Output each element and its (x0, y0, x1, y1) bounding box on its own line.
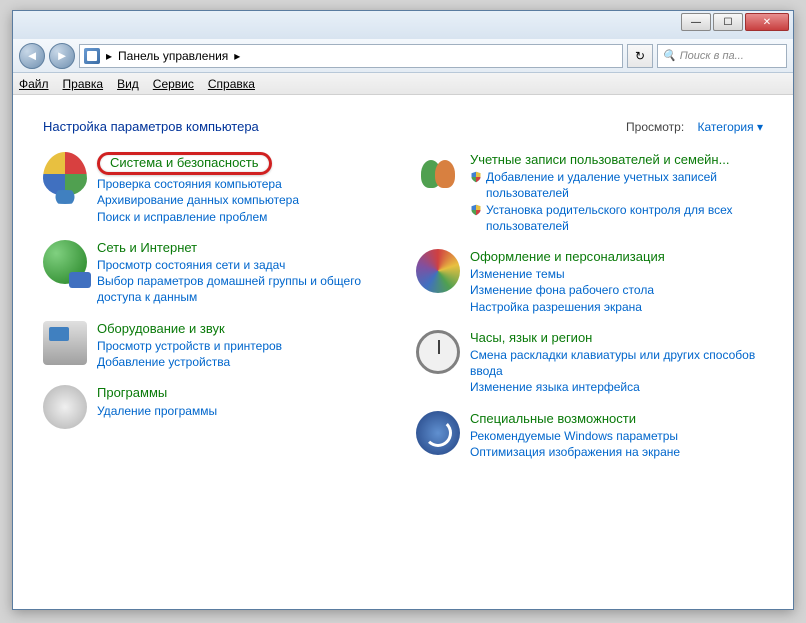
search-placeholder: Поиск в па... (680, 50, 744, 62)
category-icon (43, 321, 87, 365)
category-sublink[interactable]: Рекомендуемые Windows параметры (470, 428, 763, 444)
search-box[interactable]: 🔍 Поиск в па... (657, 44, 787, 68)
category-sublink[interactable]: Выбор параметров домашней группы и общег… (97, 273, 390, 305)
menu-help[interactable]: Справка (208, 77, 255, 91)
category-sublink[interactable]: Оптимизация изображения на экране (470, 444, 763, 460)
category-sublink[interactable]: Изменение темы (470, 266, 763, 282)
close-button[interactable]: ✕ (745, 13, 789, 31)
category-sublink[interactable]: Проверка состояния компьютера (97, 176, 390, 192)
forward-button[interactable]: ► (49, 43, 75, 69)
category-item: Система и безопасностьПроверка состояния… (43, 152, 390, 225)
category-title-link[interactable]: Оборудование и звук (97, 321, 390, 337)
menu-tools[interactable]: Сервис (153, 77, 194, 91)
category-icon (43, 385, 87, 429)
left-column: Система и безопасностьПроверка состояния… (43, 152, 390, 460)
content-area: Настройка параметров компьютера Просмотр… (13, 95, 793, 609)
maximize-button[interactable]: ☐ (713, 13, 743, 31)
menu-view[interactable]: Вид (117, 77, 139, 91)
minimize-button[interactable]: — (681, 13, 711, 31)
category-item: Сеть и ИнтернетПросмотр состояния сети и… (43, 240, 390, 306)
titlebar: — ☐ ✕ (13, 11, 793, 39)
view-label: Просмотр: (626, 120, 684, 134)
category-item: Программы Удаление программы (43, 385, 390, 429)
menu-bar: Файл Правка Вид Сервис Справка (13, 73, 793, 95)
back-button[interactable]: ◄ (19, 43, 45, 69)
category-title-link[interactable]: Учетные записи пользователей и семейн... (470, 152, 763, 168)
breadcrumb-sep: ▸ (106, 49, 112, 63)
breadcrumb-root[interactable]: Панель управления (118, 49, 228, 63)
search-icon: 🔍 (662, 49, 676, 62)
category-item: Специальные возможностиРекомендуемые Win… (416, 411, 763, 461)
category-sublink[interactable]: Изменение фона рабочего стола (470, 282, 763, 298)
category-item: Часы, язык и регионСмена раскладки клави… (416, 330, 763, 396)
category-title-link[interactable]: Система и безопасность (97, 152, 390, 175)
breadcrumb-sep: ▸ (234, 49, 240, 63)
category-sublink[interactable]: Изменение языка интерфейса (470, 379, 763, 395)
category-sublink[interactable]: Установка родительского контроля для все… (470, 202, 763, 234)
category-item: Оформление и персонализацияИзменение тем… (416, 249, 763, 315)
category-icon (416, 249, 460, 293)
category-title-link[interactable]: Часы, язык и регион (470, 330, 763, 346)
menu-edit[interactable]: Правка (63, 77, 104, 91)
category-sublink[interactable]: Добавление устройства (97, 354, 390, 370)
page-title: Настройка параметров компьютера (43, 119, 259, 134)
category-icon (43, 240, 87, 284)
category-sublink[interactable]: Настройка разрешения экрана (470, 299, 763, 315)
category-icon (416, 411, 460, 455)
category-title-link[interactable]: Оформление и персонализация (470, 249, 763, 265)
right-column: Учетные записи пользователей и семейн...… (416, 152, 763, 460)
control-panel-icon (84, 48, 100, 64)
content-header: Настройка параметров компьютера Просмотр… (43, 119, 763, 134)
nav-toolbar: ◄ ► ▸ Панель управления ▸ ↻ 🔍 Поиск в па… (13, 39, 793, 73)
category-icon (416, 330, 460, 374)
category-sublink[interactable]: Просмотр устройств и принтеров (97, 338, 390, 354)
view-mode-dropdown[interactable]: Категория ▾ (698, 120, 763, 134)
category-item: Учетные записи пользователей и семейн...… (416, 152, 763, 234)
refresh-button[interactable]: ↻ (627, 44, 653, 68)
category-item: Оборудование и звукПросмотр устройств и … (43, 321, 390, 371)
menu-file[interactable]: Файл (19, 77, 49, 91)
category-icon (43, 152, 87, 196)
category-icon (416, 152, 460, 196)
control-panel-window: — ☐ ✕ ◄ ► ▸ Панель управления ▸ ↻ 🔍 Поис… (12, 10, 794, 610)
address-bar[interactable]: ▸ Панель управления ▸ (79, 44, 623, 68)
category-title-link[interactable]: Программы (97, 385, 390, 401)
category-sublink[interactable]: Просмотр состояния сети и задач (97, 257, 390, 273)
categories: Система и безопасностьПроверка состояния… (43, 152, 763, 460)
view-mode: Просмотр: Категория ▾ (626, 120, 763, 134)
category-sublink[interactable]: Смена раскладки клавиатуры или других сп… (470, 347, 763, 379)
category-title-link[interactable]: Сеть и Интернет (97, 240, 390, 256)
category-sublink[interactable]: Поиск и исправление проблем (97, 209, 390, 225)
category-title-link[interactable]: Специальные возможности (470, 411, 763, 427)
category-sublink[interactable]: Удаление программы (97, 403, 390, 419)
category-sublink[interactable]: Добавление и удаление учетных записей по… (470, 169, 763, 201)
category-sublink[interactable]: Архивирование данных компьютера (97, 192, 390, 208)
